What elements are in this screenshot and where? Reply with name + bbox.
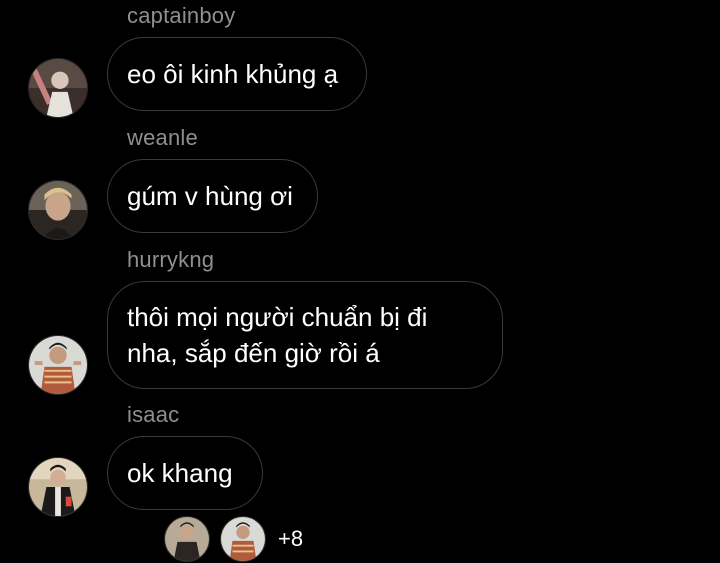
seen-avatar xyxy=(164,516,210,562)
avatar-photo xyxy=(29,336,87,394)
message-username[interactable]: captainboy xyxy=(127,3,235,29)
message-text: ok khang xyxy=(127,458,233,488)
message-bubble[interactable]: eo ôi kinh khủng ạ xyxy=(107,37,367,111)
message-text: eo ôi kinh khủng ạ xyxy=(127,59,339,89)
avatar-photo xyxy=(221,517,265,561)
avatar-photo xyxy=(165,517,209,561)
avatar[interactable] xyxy=(28,335,88,395)
message-bubble[interactable]: ok khang xyxy=(107,436,263,510)
seen-by-indicator[interactable]: +8 xyxy=(164,516,303,562)
seen-count: +8 xyxy=(278,526,304,551)
avatar[interactable] xyxy=(28,58,88,118)
message-username[interactable]: hurrykng xyxy=(127,247,214,273)
message-username[interactable]: weanle xyxy=(127,125,198,151)
avatar-photo xyxy=(29,59,87,117)
avatar[interactable] xyxy=(28,457,88,517)
avatar-photo xyxy=(29,181,87,239)
chat-thread: captainboy eo ôi kinh khủng ạ weanle gúm… xyxy=(0,0,720,563)
message-username[interactable]: isaac xyxy=(127,402,179,428)
avatar-photo xyxy=(29,458,87,516)
message-text: gúm v hùng ơi xyxy=(127,181,293,211)
message-bubble[interactable]: thôi mọi người chuẩn bị đi nha, sắp đến … xyxy=(107,281,503,389)
avatar[interactable] xyxy=(28,180,88,240)
message-bubble[interactable]: gúm v hùng ơi xyxy=(107,159,318,233)
message-text: thôi mọi người chuẩn bị đi nha, sắp đến … xyxy=(127,302,428,368)
seen-avatar xyxy=(220,516,266,562)
